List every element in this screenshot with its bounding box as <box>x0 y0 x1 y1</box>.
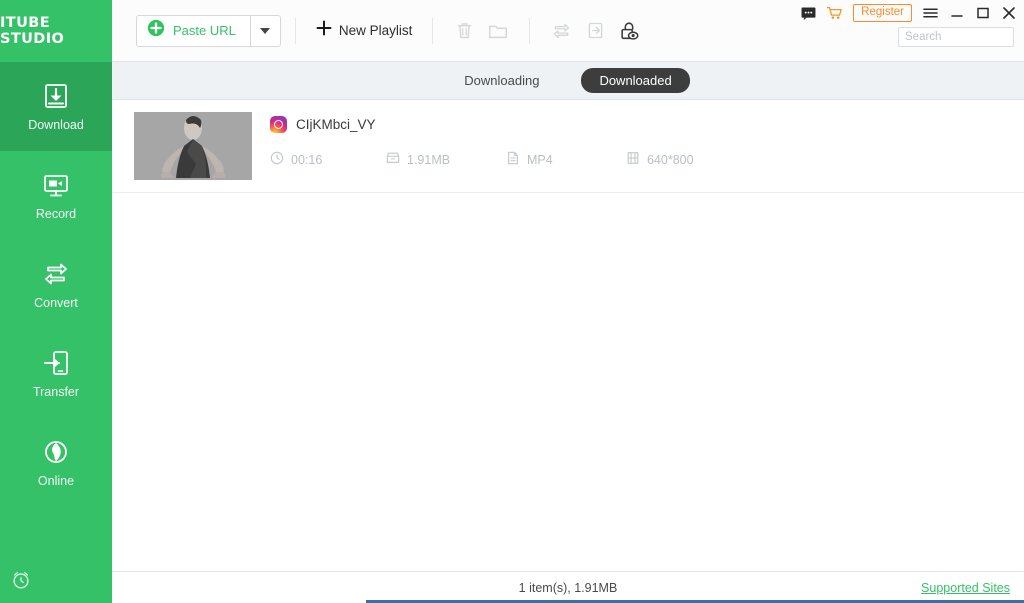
tab-bar: Downloading Downloaded <box>112 62 1024 100</box>
list-item-meta: 00:16 1.91MB MP4 640*800 <box>270 151 1024 168</box>
film-icon <box>626 151 640 168</box>
duration-meta: 00:16 <box>270 151 386 168</box>
new-playlist-label: New Playlist <box>338 23 413 38</box>
private-mode-lock-eye-icon[interactable] <box>612 14 646 48</box>
duration-value: 00:16 <box>291 152 323 167</box>
globe-icon <box>39 437 73 467</box>
resolution-meta: 640*800 <box>626 151 694 168</box>
tab-downloading[interactable]: Downloading <box>446 68 557 93</box>
sidebar-item-label: Transfer <box>32 385 80 399</box>
clock-icon <box>270 151 284 168</box>
archive-icon <box>386 151 400 168</box>
transfer-icon <box>39 348 73 378</box>
sidebar-nav: Download Record Convert Transfer Online <box>0 62 112 507</box>
sidebar-item-online[interactable]: Online <box>0 418 112 507</box>
supported-sites-link[interactable]: Supported Sites <box>921 581 1010 595</box>
close-icon[interactable] <box>1001 6 1016 21</box>
toolbar-divider <box>294 17 296 44</box>
status-bar: 1 item(s), 1.91MB Supported Sites <box>112 571 1024 603</box>
size-value: 1.91MB <box>407 152 451 167</box>
list-item[interactable]: CIjKMbci_VY 00:16 1.91MB MP4 640*800 <box>112 100 1024 193</box>
sidebar-item-label: Record <box>35 207 77 221</box>
search-input[interactable] <box>898 27 1014 47</box>
new-playlist-button[interactable]: New Playlist <box>310 20 419 41</box>
shopping-cart-icon[interactable] <box>827 6 842 21</box>
sidebar-item-convert[interactable]: Convert <box>0 240 112 329</box>
list-item-title-line: CIjKMbci_VY <box>270 116 1024 133</box>
toolbar-divider <box>529 17 531 44</box>
status-summary: 1 item(s), 1.91MB <box>518 580 618 595</box>
sidebar-item-record[interactable]: Record <box>0 151 112 240</box>
video-thumbnail <box>134 112 252 180</box>
sidebar-item-download[interactable]: Download <box>0 62 112 151</box>
sidebar-item-label: Convert <box>34 296 78 310</box>
feedback-bubble-icon[interactable] <box>801 6 816 21</box>
main-area: Paste URL New Playlist Register Search D… <box>112 0 1024 603</box>
convert-icon <box>39 259 73 289</box>
register-button[interactable]: Register <box>853 4 912 22</box>
plus-icon <box>316 20 332 41</box>
tab-downloaded[interactable]: Downloaded <box>581 68 690 93</box>
paste-url-button[interactable]: Paste URL <box>137 16 250 46</box>
transfer-icon[interactable] <box>578 14 612 48</box>
size-meta: 1.91MB <box>386 151 506 168</box>
format-value: MP4 <box>527 152 553 167</box>
folder-icon[interactable] <box>481 14 515 48</box>
plus-circle-icon <box>147 19 165 42</box>
itube-studio-window: ITUBE STUDIO Download Record Convert Tra… <box>0 0 1024 603</box>
sidebar-item-label: Online <box>37 474 75 488</box>
record-icon <box>39 170 73 200</box>
format-meta: MP4 <box>506 151 626 168</box>
document-icon <box>506 151 520 168</box>
paste-url-label: Paste URL <box>173 23 236 38</box>
sidebar-item-transfer[interactable]: Transfer <box>0 329 112 418</box>
toolbar-divider <box>432 17 434 44</box>
toolbar: Paste URL New Playlist Register Search <box>112 0 1024 62</box>
sidebar: ITUBE STUDIO Download Record Convert Tra… <box>0 0 112 603</box>
app-logo: ITUBE STUDIO <box>0 0 112 62</box>
hamburger-menu-icon[interactable] <box>923 6 938 21</box>
list-item-body: CIjKMbci_VY 00:16 1.91MB MP4 640*800 <box>252 112 1024 180</box>
alarm-clock-icon[interactable] <box>10 569 32 591</box>
caret-down-icon <box>260 22 271 40</box>
window-controls: Register <box>801 4 1016 22</box>
download-list: CIjKMbci_VY 00:16 1.91MB MP4 640*800 <box>112 100 1024 571</box>
paste-url-dropdown-button[interactable] <box>249 15 280 46</box>
maximize-icon[interactable] <box>975 6 990 21</box>
sidebar-item-label: Download <box>28 118 84 132</box>
list-item-title: CIjKMbci_VY <box>296 117 376 132</box>
instagram-icon <box>270 116 287 133</box>
paste-url-group: Paste URL <box>136 14 281 47</box>
download-icon <box>39 81 73 111</box>
resolution-value: 640*800 <box>647 152 694 167</box>
trash-icon[interactable] <box>447 14 481 48</box>
minimize-icon[interactable] <box>949 6 964 21</box>
convert-icon[interactable] <box>544 14 578 48</box>
